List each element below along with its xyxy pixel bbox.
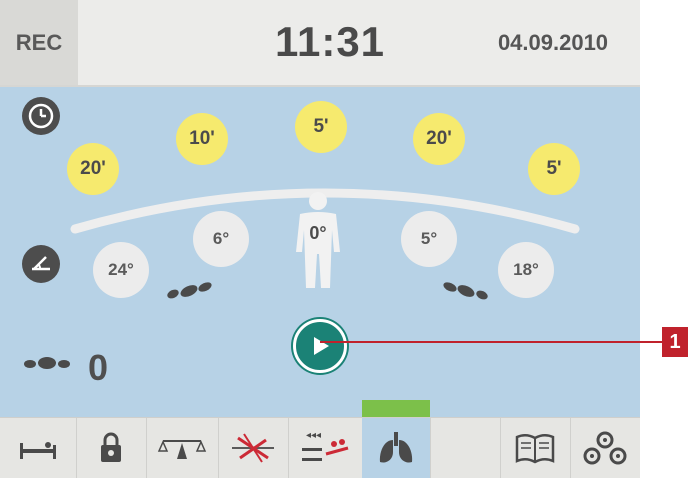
lock-icon — [101, 432, 121, 462]
svg-text:◂◂◂: ◂◂◂ — [306, 430, 321, 441]
position-tilt-icon — [232, 433, 274, 463]
rotation-counter: 0 — [88, 347, 109, 388]
footprint-right-icon — [443, 282, 488, 300]
toolbar-lungs-button[interactable] — [362, 418, 431, 478]
rec-button[interactable]: REC — [0, 0, 78, 85]
play-icon — [314, 337, 329, 355]
angle-bubble[interactable]: 18° — [498, 242, 554, 298]
toolbar-scale-button[interactable] — [146, 418, 219, 478]
toolbar-lock-button[interactable] — [76, 418, 147, 478]
device-screen: REC 11:31 04.09.2010 20' 10' 5' 20' 5' 2… — [0, 0, 640, 478]
date-display: 04.09.2010 — [497, 30, 609, 55]
bottom-toolbar: ◂◂◂ — [0, 417, 640, 478]
clock-icon — [22, 97, 60, 135]
lungs-icon — [379, 432, 413, 463]
toolbar-rotation-button[interactable]: ◂◂◂ — [288, 418, 363, 478]
toolbar-empty-slot — [430, 418, 501, 478]
toolbar-manual-button[interactable] — [500, 418, 571, 478]
header-bar: REC 11:31 04.09.2010 — [0, 0, 640, 87]
active-tab-indicator — [362, 400, 430, 417]
angle-icon — [22, 245, 60, 283]
gears-icon — [583, 431, 627, 465]
angle-bubble[interactable]: 6° — [193, 211, 249, 267]
timer-bubble[interactable]: 20' — [413, 113, 465, 165]
rotation-mode-icon: ◂◂◂ — [302, 430, 349, 461]
scale-icon — [157, 440, 207, 459]
timer-bubble[interactable]: 5' — [295, 101, 347, 153]
clock-time: 11:31 — [274, 18, 386, 65]
timer-bubble[interactable]: 10' — [176, 113, 228, 165]
toolbar-tilt-button[interactable] — [218, 418, 289, 478]
play-button[interactable] — [293, 319, 347, 373]
angle-bubble[interactable]: 24° — [93, 242, 149, 298]
toolbar-bed-button[interactable] — [0, 418, 77, 478]
footprint-left-icon — [167, 282, 212, 299]
angle-bubble[interactable]: 5° — [401, 211, 457, 267]
bed-icon — [20, 442, 56, 459]
callout-line — [320, 341, 662, 343]
book-icon — [515, 434, 555, 464]
center-angle-label: 0° — [309, 222, 327, 243]
toolbar-settings-button[interactable] — [570, 418, 640, 478]
callout-number: 1 — [662, 327, 688, 357]
footprint-counter-icon — [24, 357, 70, 369]
